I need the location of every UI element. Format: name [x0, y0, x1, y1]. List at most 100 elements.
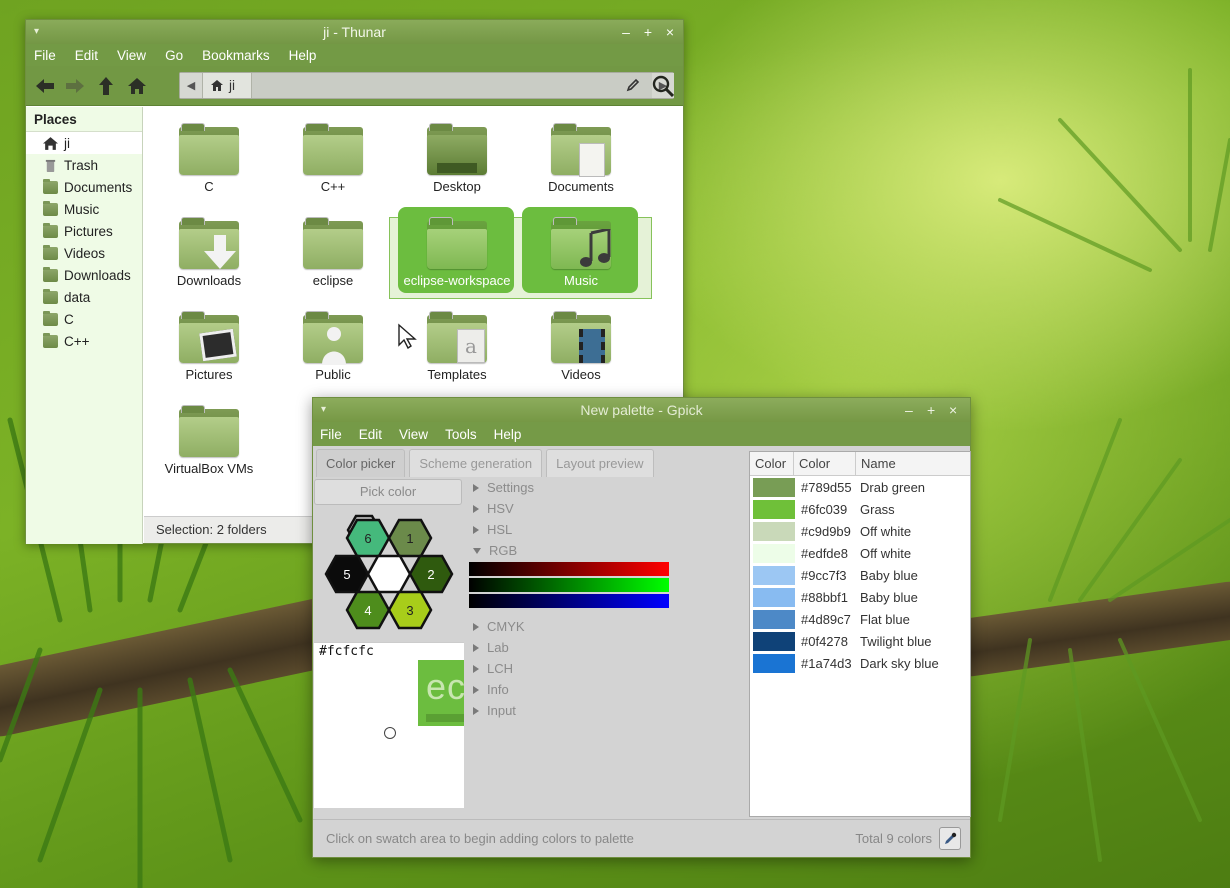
- path-crumb-home[interactable]: ji: [202, 73, 252, 98]
- palette-row[interactable]: #789d55 Drab green: [750, 476, 970, 498]
- menu-edit[interactable]: Edit: [75, 48, 98, 63]
- maximize-icon[interactable]: +: [927, 398, 935, 422]
- back-icon[interactable]: [34, 75, 56, 97]
- column-color-swatch[interactable]: Color: [750, 452, 794, 475]
- menu-help[interactable]: Help: [289, 48, 317, 63]
- palette-rows: #789d55 Drab green #6fc039 Grass #c9d9b9 Off …: [750, 476, 970, 674]
- palette-row[interactable]: #6fc039 Grass: [750, 498, 970, 520]
- menu-file[interactable]: File: [34, 48, 56, 63]
- expand-icon: [473, 643, 479, 652]
- sidebar-item-downloads[interactable]: Downloads: [26, 264, 142, 286]
- column-color-hex[interactable]: Color: [794, 452, 856, 475]
- sidebar-item-documents[interactable]: Documents: [26, 176, 142, 198]
- sidebar-item-trash[interactable]: Trash: [26, 154, 142, 176]
- menu-help[interactable]: Help: [494, 427, 522, 442]
- swatch-hexagons[interactable]: 6 1 5 2 4 3: [319, 510, 463, 638]
- menu-tools[interactable]: Tools: [445, 427, 477, 442]
- section-input[interactable]: Input: [473, 700, 749, 721]
- window-menu-icon[interactable]: ▾: [34, 20, 39, 44]
- section-settings[interactable]: Settings: [473, 477, 749, 498]
- palette-row[interactable]: #edfde8 Off white: [750, 542, 970, 564]
- expand-icon: [473, 685, 479, 694]
- music-folder-icon: [43, 200, 58, 216]
- pick-color-button[interactable]: Pick color: [314, 479, 462, 505]
- menu-view[interactable]: View: [399, 427, 428, 442]
- menu-bookmarks[interactable]: Bookmarks: [202, 48, 270, 63]
- palette-list[interactable]: Color Color Name #789d55 Drab green #6fc03…: [749, 451, 971, 817]
- section-rgb[interactable]: RGB: [473, 540, 749, 561]
- file-item-eclipse-workspace[interactable]: eclipse-workspace: [402, 217, 512, 288]
- section-lch[interactable]: LCH: [473, 658, 749, 679]
- file-item-c[interactable]: C: [154, 123, 264, 194]
- section-cmyk[interactable]: CMYK: [473, 616, 749, 637]
- file-item-virtualbox-vms[interactable]: VirtualBox VMs: [154, 405, 264, 476]
- close-icon[interactable]: ×: [949, 398, 957, 422]
- file-item-desktop[interactable]: Desktop: [402, 123, 512, 194]
- minimize-icon[interactable]: –: [905, 398, 913, 422]
- section-hsv[interactable]: HSV: [473, 498, 749, 519]
- sidebar-item-music[interactable]: Music: [26, 198, 142, 220]
- eyedropper-icon[interactable]: [939, 827, 961, 850]
- up-icon[interactable]: [95, 75, 117, 97]
- forward-icon[interactable]: [64, 75, 86, 97]
- maximize-icon[interactable]: +: [641, 20, 655, 44]
- expand-icon: [473, 664, 479, 673]
- file-item-pictures[interactable]: Pictures: [154, 311, 264, 382]
- home-icon[interactable]: [126, 75, 148, 97]
- sidebar-item-pictures[interactable]: Pictures: [26, 220, 142, 242]
- section-lab[interactable]: Lab: [473, 637, 749, 658]
- palette-row[interactable]: #c9d9b9 Off white: [750, 520, 970, 542]
- color-swatch: [753, 521, 795, 541]
- sidebar-item-cpp[interactable]: C++: [26, 330, 142, 352]
- menu-view[interactable]: View: [117, 48, 146, 63]
- edit-path-icon[interactable]: [626, 78, 640, 95]
- palette-row[interactable]: #1a74d3 Dark sky blue: [750, 652, 970, 674]
- gpick-titlebar[interactable]: ▾ New palette - Gpick – + ×: [313, 398, 970, 422]
- sidebar-item-data[interactable]: data: [26, 286, 142, 308]
- palette-row[interactable]: #9cc7f3 Baby blue: [750, 564, 970, 586]
- menu-edit[interactable]: Edit: [359, 427, 382, 442]
- palette-hex: #1a74d3: [801, 655, 852, 671]
- file-item-eclipse[interactable]: eclipse: [278, 217, 388, 288]
- tab-layout-preview[interactable]: Layout preview: [546, 449, 654, 477]
- sidebar-item-ji[interactable]: ji: [26, 132, 142, 154]
- section-hsl[interactable]: HSL: [473, 519, 749, 540]
- swatch-label: 1: [406, 531, 413, 546]
- menu-file[interactable]: File: [320, 427, 342, 442]
- green-slider[interactable]: [469, 578, 669, 592]
- palette-row[interactable]: #0f4278 Twilight blue: [750, 630, 970, 652]
- file-item-public[interactable]: Public: [278, 311, 388, 382]
- red-slider[interactable]: [469, 562, 669, 576]
- section-info[interactable]: Info: [473, 679, 749, 700]
- search-icon[interactable]: [652, 75, 674, 97]
- file-item-music[interactable]: Music: [526, 217, 636, 288]
- file-item-documents[interactable]: Documents: [526, 123, 636, 194]
- blue-slider[interactable]: [469, 594, 669, 608]
- path-crumb-label: ji: [229, 78, 235, 93]
- palette-row[interactable]: #88bbf1 Baby blue: [750, 586, 970, 608]
- home-icon: [43, 136, 58, 150]
- palette-hex: #9cc7f3: [801, 567, 847, 583]
- window-menu-icon[interactable]: ▾: [321, 398, 326, 422]
- file-item-cpp[interactable]: C++: [278, 123, 388, 194]
- zoom-preview[interactable]: #fcfcfc ec: [314, 642, 464, 808]
- column-name[interactable]: Name: [856, 452, 970, 475]
- minimize-icon[interactable]: –: [619, 20, 633, 44]
- folder-icon: [427, 217, 487, 269]
- close-icon[interactable]: ×: [663, 20, 677, 44]
- sidebar-item-c[interactable]: C: [26, 308, 142, 330]
- palette-row[interactable]: #4d89c7 Flat blue: [750, 608, 970, 630]
- file-item-videos[interactable]: Videos: [526, 311, 636, 382]
- thunar-titlebar[interactable]: ▾ ji - Thunar – + ×: [26, 20, 683, 44]
- tab-scheme-generation[interactable]: Scheme generation: [409, 449, 543, 477]
- palette-color-name: Twilight blue: [860, 633, 932, 649]
- expand-icon: [473, 504, 479, 513]
- tab-color-picker[interactable]: Color picker: [316, 449, 406, 477]
- sidebar-item-videos[interactable]: Videos: [26, 242, 142, 264]
- zoomed-area: ec: [418, 660, 464, 726]
- trash-icon: [45, 159, 56, 172]
- file-item-downloads[interactable]: Downloads: [154, 217, 264, 288]
- location-pathbar[interactable]: ◀ ji ▶: [179, 72, 674, 99]
- path-left-arrow-icon[interactable]: ◀: [180, 73, 202, 98]
- menu-go[interactable]: Go: [165, 48, 183, 63]
